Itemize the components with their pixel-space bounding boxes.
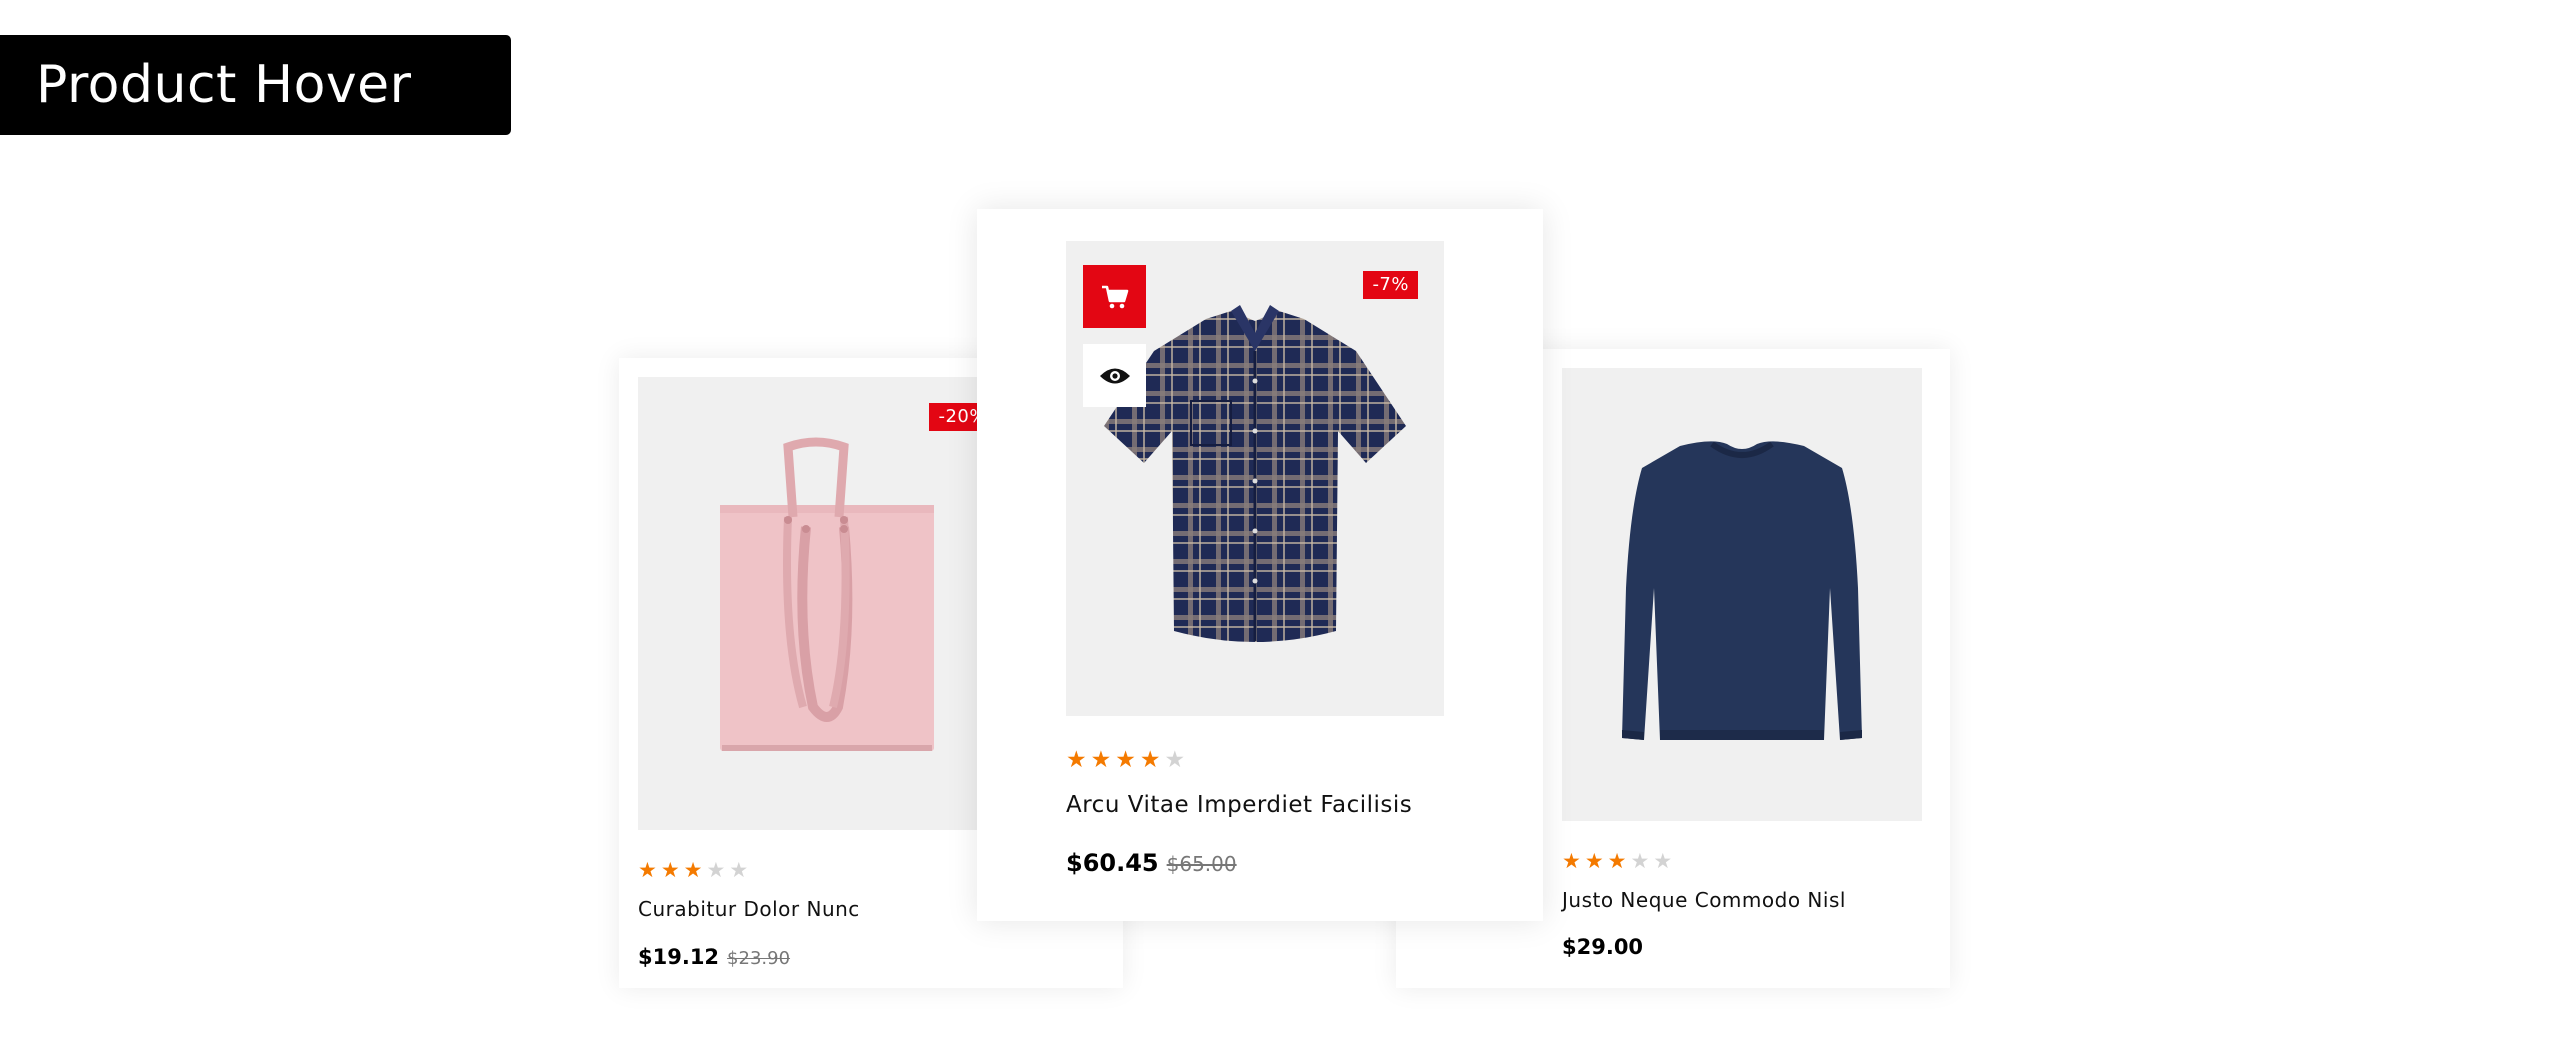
star-filled-icon: ★ xyxy=(1115,747,1136,773)
star-filled-icon: ★ xyxy=(683,858,703,882)
current-price: $19.12 xyxy=(638,945,720,969)
discount-badge: -7% xyxy=(1363,271,1418,299)
rating-stars: ★ ★ ★ ★ ★ xyxy=(1066,749,1185,772)
star-filled-icon: ★ xyxy=(1607,849,1627,873)
product-price: $19.12 $23.90 xyxy=(638,945,790,969)
star-filled-icon: ★ xyxy=(1139,747,1161,773)
product-card-2[interactable]: -7% ★ ★ ★ ★ ★ Arcu Vitae Imperdiet Facil… xyxy=(977,209,1543,921)
sweater-image xyxy=(1622,441,1862,740)
star-filled-icon: ★ xyxy=(638,858,657,882)
star-empty-icon: ★ xyxy=(1653,849,1673,873)
star-empty-icon: ★ xyxy=(1630,849,1650,873)
rating-stars: ★ ★ ★ ★ ★ xyxy=(638,860,748,881)
product-price: $60.45 $65.00 xyxy=(1066,849,1237,877)
product-name[interactable]: Curabitur Dolor Nunc xyxy=(638,897,860,921)
star-empty-icon: ★ xyxy=(706,858,726,882)
star-empty-icon: ★ xyxy=(729,858,749,882)
product-name[interactable]: Arcu Vitae Imperdiet Facilisis xyxy=(1066,792,1412,818)
rating-stars: ★ ★ ★ ★ ★ xyxy=(1562,851,1672,872)
current-price: $29.00 xyxy=(1562,935,1644,959)
old-price: $23.90 xyxy=(727,948,791,969)
star-filled-icon: ★ xyxy=(1090,747,1112,773)
star-filled-icon: ★ xyxy=(1066,747,1087,773)
product-name[interactable]: Justo Neque Commodo Nisl xyxy=(1562,888,1846,912)
product-image-3[interactable] xyxy=(1562,368,1922,821)
quick-view-button[interactable] xyxy=(1083,344,1146,407)
eye-icon xyxy=(1099,368,1130,383)
star-filled-icon: ★ xyxy=(660,858,680,882)
star-filled-icon: ★ xyxy=(1562,849,1581,873)
tote-bag-image xyxy=(720,437,934,751)
product-price: $29.00 xyxy=(1562,935,1643,959)
star-empty-icon: ★ xyxy=(1164,747,1186,773)
product-image-2[interactable]: -7% xyxy=(1066,241,1444,716)
add-to-cart-button[interactable] xyxy=(1083,265,1146,328)
section-header: Product Hover xyxy=(0,35,511,135)
current-price: $60.45 xyxy=(1066,849,1159,877)
old-price: $65.00 xyxy=(1166,852,1237,876)
cart-icon xyxy=(1101,285,1128,308)
page-title: Product Hover xyxy=(36,55,412,115)
star-filled-icon: ★ xyxy=(1584,849,1604,873)
product-image-1[interactable]: -20% xyxy=(638,377,996,830)
